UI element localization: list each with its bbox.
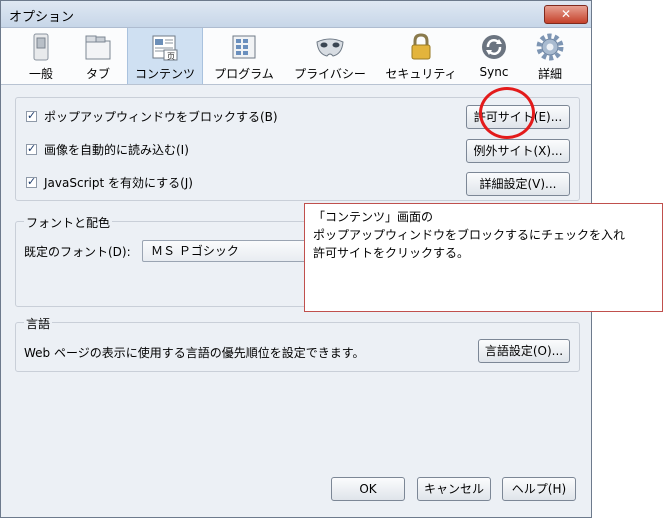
tab-label: Sync [479, 65, 509, 79]
tab-label: セキュリティ [385, 67, 457, 81]
popup-block-checkbox[interactable] [26, 109, 37, 122]
tab-label: 一般 [28, 67, 53, 81]
javascript-checkbox[interactable] [26, 175, 37, 188]
close-button[interactable]: ✕ [544, 5, 588, 24]
javascript-advanced-button[interactable]: 詳細設定(V)... [466, 172, 570, 196]
highlight-circle [479, 87, 535, 139]
callout-line-3: 許可サイトをクリックする。 [313, 246, 470, 260]
window-title: オプション [9, 10, 75, 25]
tab-privacy[interactable]: プライバシー [289, 28, 371, 84]
gear-icon [536, 33, 564, 61]
tab-tabs[interactable]: タブ [77, 28, 119, 84]
tab-content[interactable]: 页 コンテンツ [127, 28, 203, 84]
tab-label: プログラム [214, 67, 274, 81]
languages-group: 言語 Web ページの表示に使用する言語の優先順位を設定できます。 言語設定(O… [15, 315, 580, 372]
language-settings-button[interactable]: 言語設定(O)... [478, 339, 570, 363]
tab-sync[interactable]: Sync [471, 28, 517, 84]
ok-button[interactable]: OK [331, 477, 405, 501]
title-bar[interactable]: オプション ✕ [1, 1, 591, 28]
javascript-label: JavaScript を有効にする(J) [44, 176, 193, 190]
tab-security[interactable]: セキュリティ [381, 28, 461, 84]
languages-title: 言語 [24, 315, 53, 332]
help-button[interactable]: ヘルプ(H) [502, 477, 576, 501]
tab-advanced[interactable]: 詳細 [527, 28, 573, 84]
load-images-checkbox[interactable] [26, 142, 37, 155]
svg-text:页: 页 [167, 52, 175, 61]
tab-label: プライバシー [294, 67, 366, 81]
instruction-callout: 「コンテンツ」画面の ポップアップウィンドウをブロックするにチェックを入れ 許可… [304, 203, 663, 312]
tab-label: 詳細 [537, 67, 562, 81]
switch-icon [33, 33, 49, 61]
cancel-button[interactable]: キャンセル [417, 477, 491, 501]
load-images-label: 画像を自動的に読み込む(I) [44, 143, 189, 157]
mask-icon [316, 38, 344, 57]
tab-applications[interactable]: プログラム [207, 28, 281, 84]
tab-label: コンテンツ [134, 67, 195, 81]
callout-line-2: ポップアップウィンドウをブロックするにチェックを入れ [313, 228, 626, 242]
content-page-icon: 页 [152, 35, 178, 61]
languages-description: Web ページの表示に使用する言語の優先順位を設定できます。 [24, 346, 365, 360]
popup-block-label: ポップアップウィンドウをブロックする(B) [44, 110, 278, 124]
applications-icon [232, 35, 256, 59]
padlock-icon [411, 33, 431, 60]
tabs-icon [85, 35, 111, 60]
fonts-colors-title: フォントと配色 [24, 214, 113, 231]
tab-label: タブ [85, 67, 110, 81]
callout-line-1: 「コンテンツ」画面の [313, 210, 434, 224]
pane-toolbar: 一般 タブ 页 コンテンツ プログラム プライバシー セキュリティ Sync 詳… [1, 28, 591, 85]
sync-icon [482, 35, 506, 59]
default-font-label: 既定のフォント(D): [24, 245, 131, 259]
tab-general[interactable]: 一般 [21, 28, 61, 84]
image-exceptions-button[interactable]: 例外サイト(X)... [466, 139, 570, 163]
